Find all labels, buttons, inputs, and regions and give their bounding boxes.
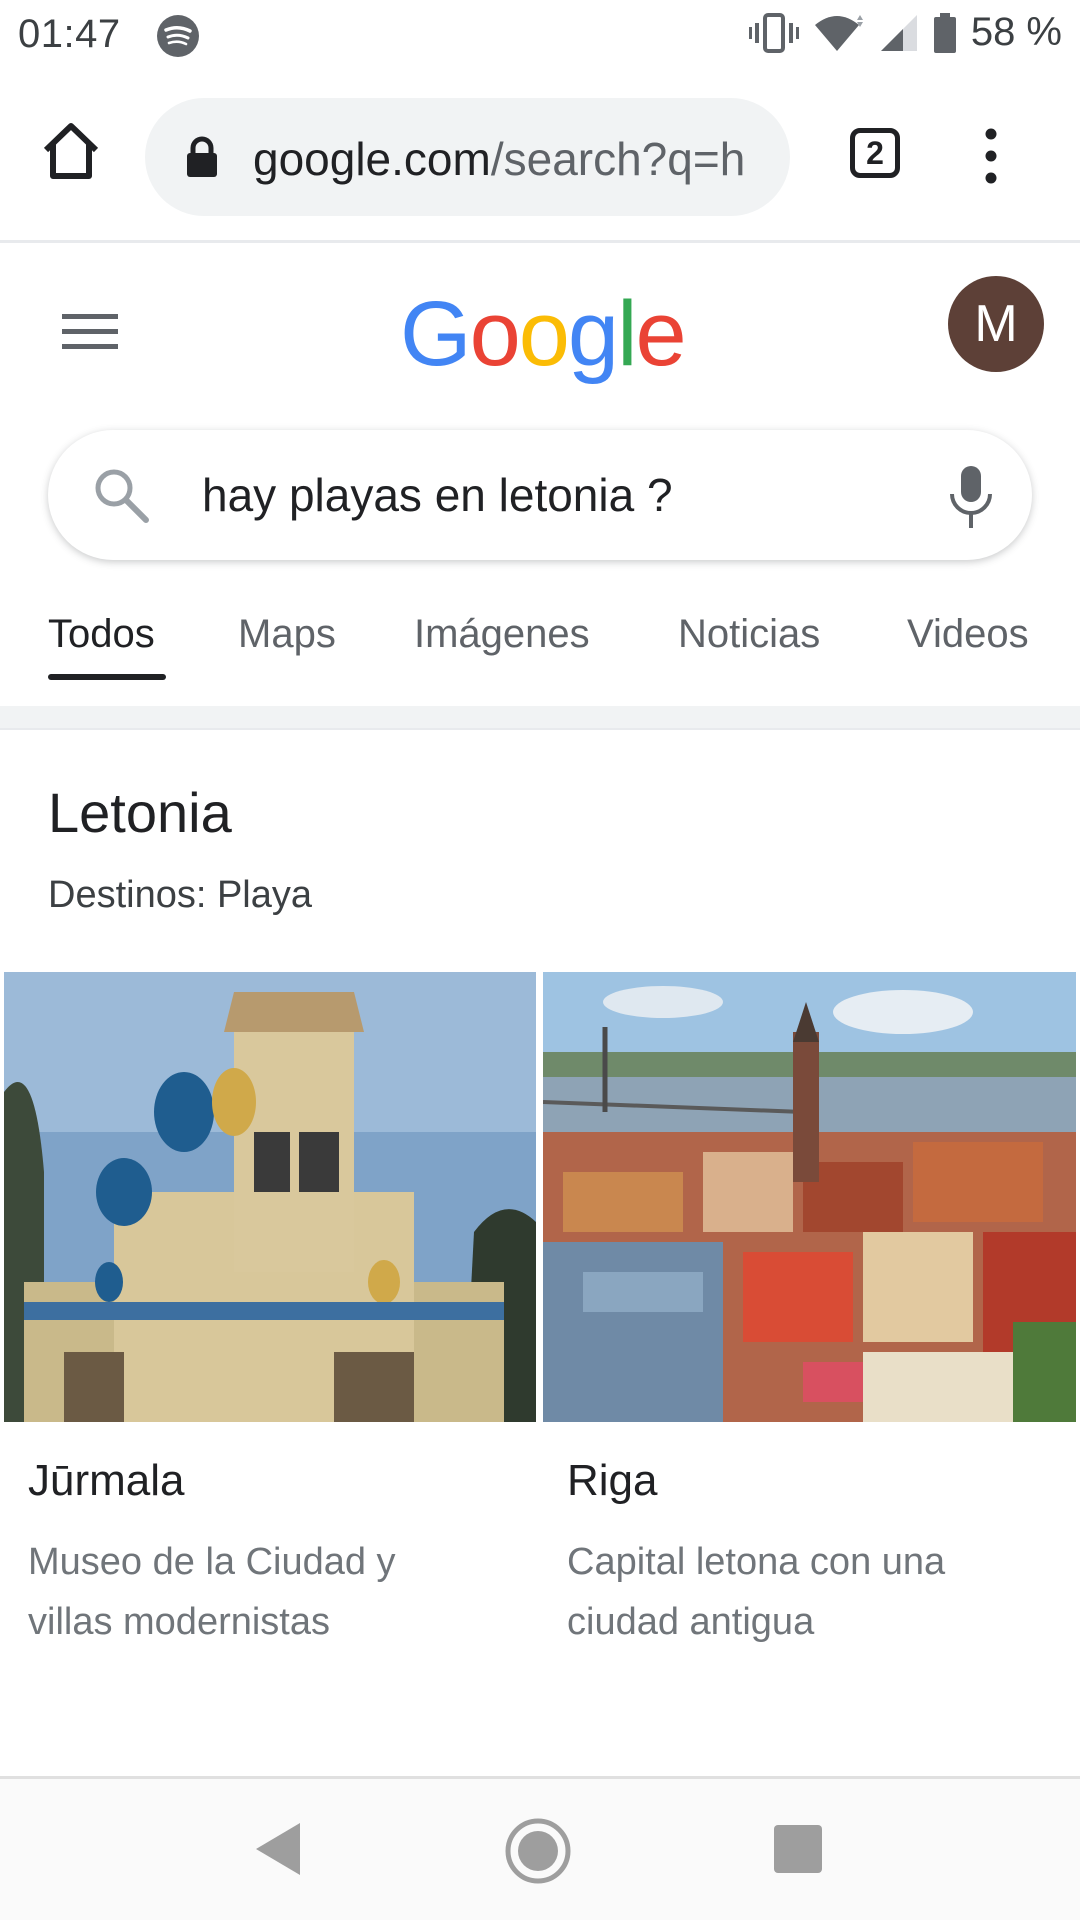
tab-todos[interactable]: Todos bbox=[48, 612, 155, 657]
hamburger-menu-icon[interactable] bbox=[62, 312, 118, 352]
lock-icon bbox=[187, 136, 217, 177]
tab-switcher-button[interactable]: 2 bbox=[850, 128, 900, 178]
spotify-icon bbox=[157, 15, 199, 57]
battery-icon bbox=[933, 12, 956, 53]
google-logo-letter: o bbox=[518, 283, 570, 385]
vibrate-icon bbox=[748, 12, 799, 53]
tab-noticias[interactable]: Noticias bbox=[678, 612, 820, 657]
search-box[interactable]: hay playas en letonia ? bbox=[48, 430, 1032, 560]
search-tabs: Todos Maps Imágenes Noticias Videos bbox=[0, 600, 1080, 700]
google-logo-letter: g bbox=[567, 283, 619, 385]
tab-videos[interactable]: Videos bbox=[907, 612, 1029, 657]
url-path: /search?q=h bbox=[490, 133, 746, 185]
card-title-riga[interactable]: Riga bbox=[567, 1456, 658, 1506]
more-options-icon[interactable] bbox=[985, 128, 997, 184]
google-logo-letter: G bbox=[400, 283, 472, 385]
url-bar[interactable]: google.com/search?q=h bbox=[145, 98, 790, 216]
card-desc-jurmala: Museo de la Ciudad y villas modernistas bbox=[28, 1541, 396, 1643]
search-icon[interactable] bbox=[92, 466, 150, 524]
recent-apps-icon[interactable] bbox=[774, 1825, 822, 1873]
signal-icon bbox=[880, 14, 917, 51]
home-icon[interactable] bbox=[40, 120, 102, 182]
google-logo-letter: l bbox=[617, 283, 638, 385]
search-input[interactable]: hay playas en letonia ? bbox=[202, 468, 673, 522]
url-domain: google.com bbox=[253, 133, 491, 185]
active-tab-indicator bbox=[48, 674, 166, 680]
google-logo-letter: e bbox=[635, 283, 687, 385]
card-title-jurmala[interactable]: Jūrmala bbox=[28, 1456, 185, 1506]
result-subtitle: Destinos: Playa bbox=[48, 874, 313, 916]
google-logo-letter: o bbox=[469, 283, 521, 385]
tab-maps[interactable]: Maps bbox=[238, 612, 336, 657]
wifi-icon bbox=[814, 14, 863, 51]
url-text[interactable]: google.com/search?q=h bbox=[253, 132, 773, 186]
battery-percent: 58 % bbox=[970, 10, 1062, 54]
back-icon[interactable] bbox=[252, 1819, 304, 1879]
status-bar: 01:47 58 % bbox=[0, 0, 1080, 72]
system-nav-bar bbox=[0, 1779, 1080, 1920]
browser-toolbar: google.com/search?q=h 2 bbox=[0, 72, 1080, 243]
account-avatar[interactable]: M bbox=[948, 276, 1044, 372]
status-time: 01:47 bbox=[18, 12, 121, 56]
google-logo[interactable]: Google bbox=[400, 282, 687, 387]
divider bbox=[0, 706, 1080, 730]
home-button-icon[interactable] bbox=[504, 1817, 572, 1885]
status-icons: 58 % bbox=[748, 10, 1062, 55]
result-title[interactable]: Letonia bbox=[48, 780, 232, 845]
card-image-riga[interactable] bbox=[543, 972, 1076, 1422]
tab-imagenes[interactable]: Imágenes bbox=[414, 612, 590, 657]
card-desc-riga: Capital letona con una ciudad antigua bbox=[567, 1541, 946, 1643]
microphone-icon[interactable] bbox=[946, 462, 996, 532]
card-image-jurmala[interactable] bbox=[4, 972, 536, 1422]
